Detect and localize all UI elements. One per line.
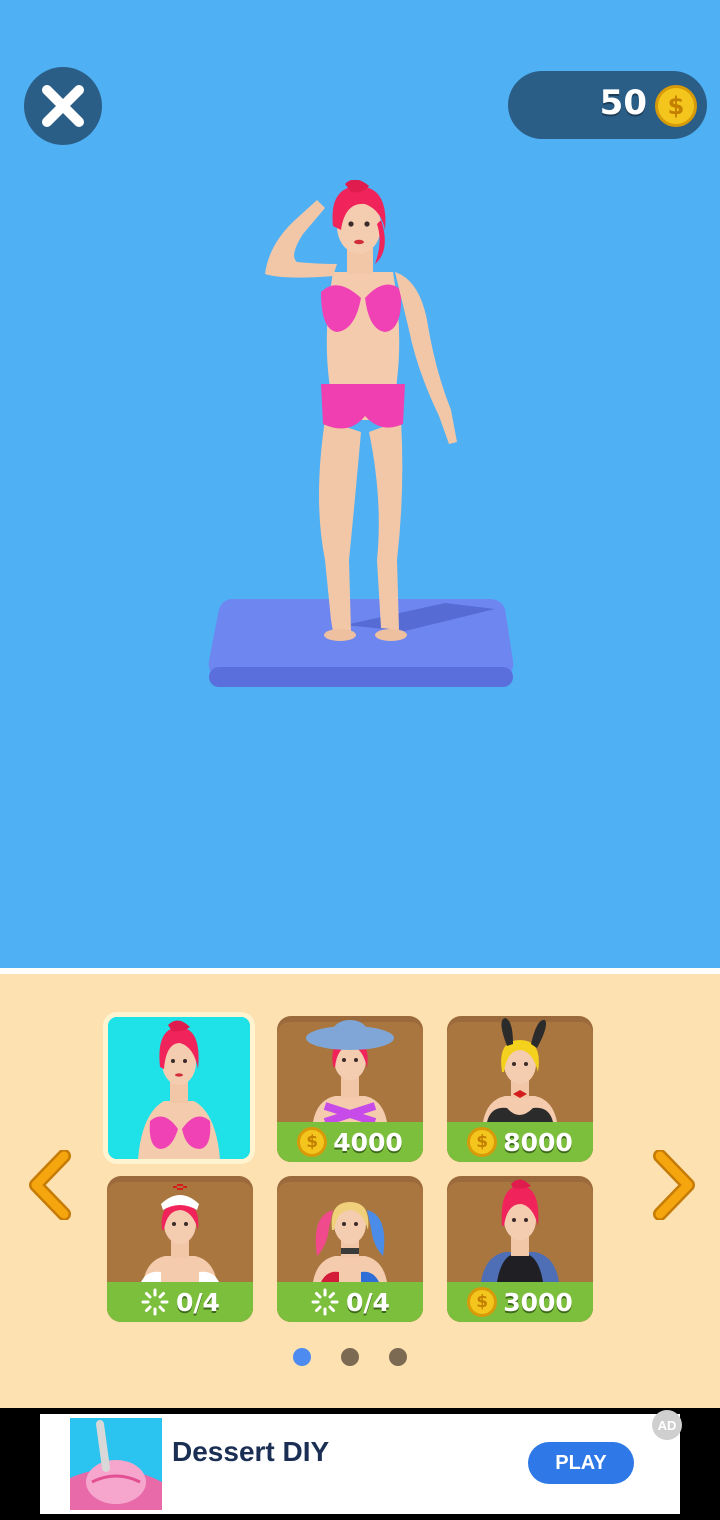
skin-card-hat-bikini[interactable]: $ 4000 — [277, 1016, 423, 1162]
coin-count: 50 — [599, 83, 647, 123]
skin-card-pink-bikini[interactable] — [103, 1012, 255, 1164]
page-dot-2[interactable] — [341, 1348, 359, 1366]
skin-card-pigtails[interactable]: 0/4 — [277, 1176, 423, 1322]
page-dot-1[interactable] — [293, 1348, 311, 1366]
game-stage: 50 $ — [0, 0, 720, 968]
skin-price: 3000 — [503, 1287, 573, 1317]
ad-banner[interactable]: Dessert DIY PLAY AD — [0, 1408, 720, 1520]
unlock-progress: 0/4 — [346, 1287, 390, 1317]
prev-page-arrow-icon[interactable] — [26, 1150, 76, 1220]
loading-spinner-icon — [311, 1288, 339, 1316]
ad-play-button[interactable]: PLAY — [528, 1442, 634, 1484]
coin-icon: $ — [467, 1127, 498, 1157]
unlock-progress: 0/4 — [176, 1287, 220, 1317]
next-page-arrow-icon[interactable] — [648, 1150, 698, 1220]
coin-icon: $ — [655, 85, 697, 127]
skin-price: 4000 — [333, 1127, 403, 1157]
price-bar: $ 4000 — [277, 1122, 423, 1162]
skin-price: 8000 — [503, 1127, 573, 1157]
close-icon — [42, 85, 84, 127]
close-button[interactable] — [24, 67, 102, 145]
coin-balance: 50 $ — [508, 71, 707, 139]
ad-badge: AD — [652, 1410, 682, 1440]
ad-app-icon — [70, 1418, 162, 1510]
coin-icon: $ — [297, 1127, 328, 1157]
price-bar: $ 3000 — [447, 1282, 593, 1322]
skin-card-vest[interactable]: $ 3000 — [447, 1176, 593, 1322]
progress-bar: 0/4 — [277, 1282, 423, 1322]
price-bar: $ 8000 — [447, 1122, 593, 1162]
ad-content[interactable]: Dessert DIY PLAY AD — [40, 1410, 682, 1514]
skin-card-nurse[interactable]: 0/4 — [107, 1176, 253, 1322]
page-dot-3[interactable] — [389, 1348, 407, 1366]
coin-icon: $ — [467, 1287, 498, 1317]
skin-portrait — [138, 1020, 220, 1159]
skin-card-bunny[interactable]: $ 8000 — [447, 1016, 593, 1162]
ad-title: Dessert DIY — [172, 1436, 330, 1467]
loading-spinner-icon — [141, 1288, 169, 1316]
character-model — [265, 180, 457, 641]
progress-bar: 0/4 — [107, 1282, 253, 1322]
